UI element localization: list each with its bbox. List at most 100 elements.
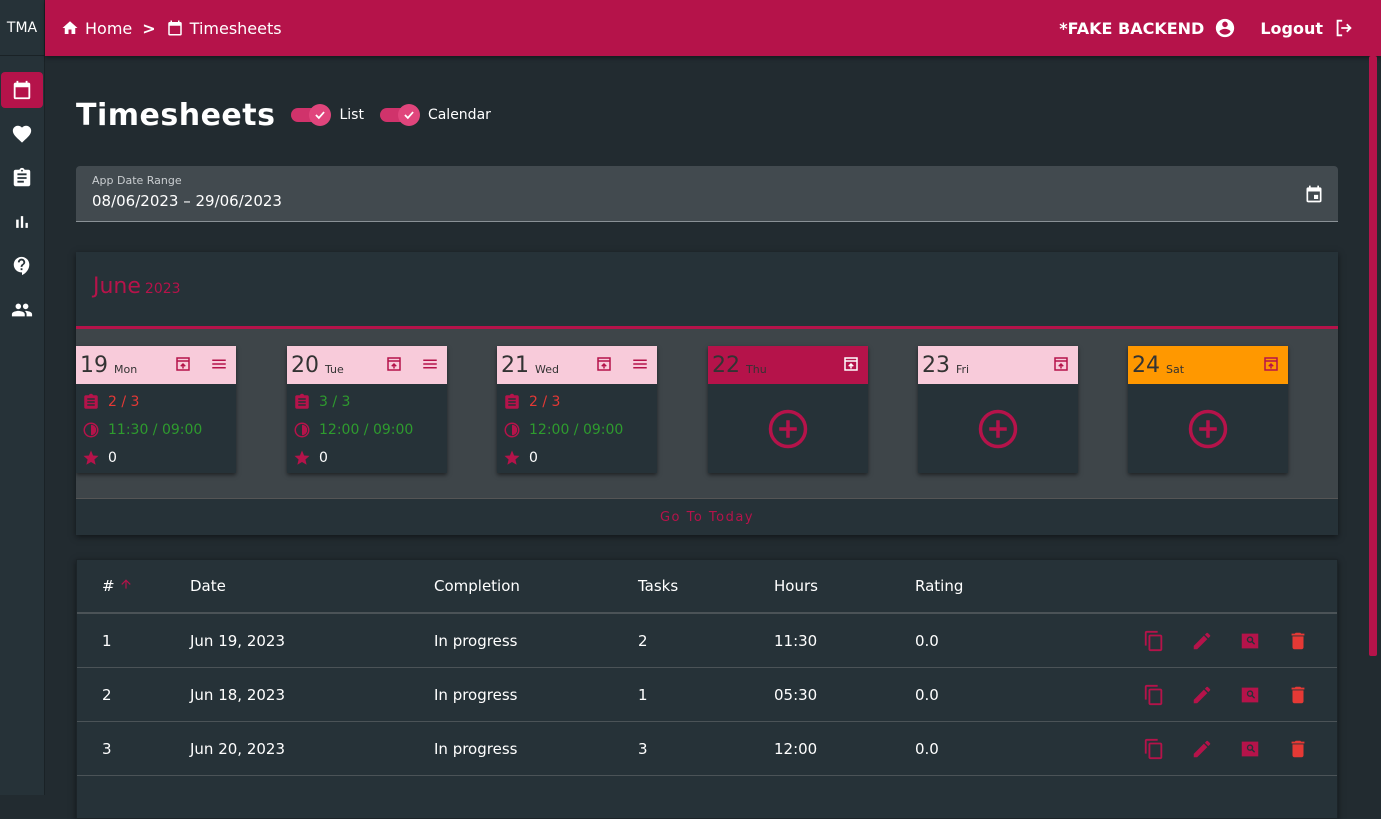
open-in-new-icon[interactable] xyxy=(842,355,860,373)
column-header-tasks[interactable]: Tasks xyxy=(638,577,774,595)
copy-icon[interactable] xyxy=(1143,738,1165,760)
date-range-label: App Date Range xyxy=(92,174,182,187)
go-to-today-button[interactable]: Go To Today xyxy=(76,498,1338,535)
clipboard-icon xyxy=(295,393,309,409)
day-name: Mon xyxy=(114,362,138,376)
nav-timesheets[interactable] xyxy=(1,72,43,108)
edit-icon[interactable] xyxy=(1191,684,1213,706)
nav-reports[interactable] xyxy=(1,204,43,240)
calendar-card: June 2023 19 Mon 2 / 3 11:30 / 09:00 0 2… xyxy=(76,252,1338,535)
logout-button[interactable]: Logout xyxy=(1260,17,1355,39)
date-range-field[interactable]: App Date Range 08/06/2023 – 29/06/2023 xyxy=(76,166,1338,222)
open-in-new-icon[interactable] xyxy=(385,355,403,373)
column-header-number[interactable]: # xyxy=(77,577,190,595)
open-in-new-icon[interactable] xyxy=(1052,355,1070,373)
month-year: 2023 xyxy=(144,281,181,297)
cell-tasks: 1 xyxy=(638,685,648,704)
preview-search-icon[interactable] xyxy=(1239,684,1261,706)
calendar-icon xyxy=(167,20,182,36)
breadcrumb-home[interactable]: Home xyxy=(61,19,132,38)
arrow-up-icon xyxy=(120,579,131,589)
clock-icon xyxy=(294,422,310,438)
day-rating: 0 xyxy=(529,450,538,466)
day-card[interactable]: 24 Sat xyxy=(1128,346,1288,473)
cell-hours: 11:30 xyxy=(774,631,818,650)
table-row[interactable]: 2 Jun 18, 2023 In progress 1 05:30 0.0 xyxy=(77,668,1337,722)
nav-help[interactable] xyxy=(1,248,43,284)
day-card[interactable]: 19 Mon 2 / 3 11:30 / 09:00 0 xyxy=(76,346,236,473)
cell-date: Jun 18, 2023 xyxy=(190,685,286,704)
open-in-new-icon[interactable] xyxy=(174,355,192,373)
table-row[interactable]: 3 Jun 20, 2023 In progress 3 12:00 0.0 xyxy=(77,722,1337,776)
column-header-rating[interactable]: Rating xyxy=(915,577,1065,595)
cell-rating: 0.0 xyxy=(915,685,939,704)
breadcrumb-separator: > xyxy=(142,18,156,38)
menu-icon[interactable] xyxy=(631,355,649,373)
cell-completion: In progress xyxy=(434,685,518,704)
add-circle-icon[interactable] xyxy=(1187,408,1229,450)
day-card[interactable]: 23 Fri xyxy=(918,346,1078,473)
breadcrumb-home-label: Home xyxy=(85,18,133,38)
copy-icon[interactable] xyxy=(1143,630,1165,652)
nav-tasks[interactable] xyxy=(1,160,43,196)
add-circle-icon[interactable] xyxy=(977,408,1019,450)
nav-users[interactable] xyxy=(1,292,43,328)
heart-icon xyxy=(12,125,32,143)
check-icon xyxy=(315,111,326,120)
day-header: 24 Sat xyxy=(1128,346,1288,384)
month-title: June 2023 xyxy=(76,252,1338,326)
edit-icon[interactable] xyxy=(1191,630,1213,652)
star-icon xyxy=(294,450,310,465)
cell-rating: 0.0 xyxy=(915,631,939,650)
day-hours: 12:00 / 09:00 xyxy=(529,422,624,438)
open-in-new-icon[interactable] xyxy=(1262,355,1280,373)
delete-icon[interactable] xyxy=(1287,738,1309,760)
check-icon xyxy=(404,111,414,120)
day-card[interactable]: 20 Tue 3 / 3 12:00 / 09:00 0 xyxy=(287,346,447,473)
column-header-date[interactable]: Date xyxy=(190,577,434,595)
open-in-new-icon[interactable] xyxy=(595,355,613,373)
day-name: Thu xyxy=(746,362,767,376)
day-card[interactable]: 22 Thu xyxy=(708,346,868,473)
delete-icon[interactable] xyxy=(1287,684,1309,706)
day-hours: 12:00 / 09:00 xyxy=(319,422,414,438)
day-number: 21 xyxy=(501,352,529,378)
day-header: 20 Tue xyxy=(287,346,447,384)
day-name: Fri xyxy=(956,362,970,376)
edit-icon[interactable] xyxy=(1191,738,1213,760)
cell-hours: 12:00 xyxy=(774,739,818,758)
cell-date: Jun 19, 2023 xyxy=(190,631,286,650)
account-circle-icon xyxy=(1216,18,1235,38)
logout-icon xyxy=(1336,19,1352,37)
calendar-picker-icon[interactable] xyxy=(1304,184,1324,204)
preview-search-icon[interactable] xyxy=(1239,738,1261,760)
menu-icon[interactable] xyxy=(421,355,439,373)
clipboard-icon xyxy=(84,393,98,409)
page-title: Timesheets xyxy=(76,97,276,133)
backend-label: *FAKE BACKEND xyxy=(1059,18,1205,38)
day-number: 24 xyxy=(1132,352,1160,378)
day-header: 23 Fri xyxy=(918,346,1078,384)
column-header-completion[interactable]: Completion xyxy=(434,577,638,595)
preview-search-icon[interactable] xyxy=(1239,630,1261,652)
scrollbar[interactable] xyxy=(1369,56,1377,656)
brand-logo: TMA xyxy=(0,0,44,56)
clipboard-icon xyxy=(505,393,519,409)
month-name: June xyxy=(93,274,141,299)
day-number: 23 xyxy=(922,352,950,378)
people-icon xyxy=(11,303,33,317)
day-card[interactable]: 21 Wed 2 / 3 12:00 / 09:00 0 xyxy=(497,346,657,473)
account-button[interactable]: *FAKE BACKEND xyxy=(1059,17,1236,39)
add-circle-icon[interactable] xyxy=(767,408,809,450)
toggle-list[interactable]: List xyxy=(291,104,364,126)
table-row[interactable]: 1 Jun 19, 2023 In progress 2 11:30 0.0 xyxy=(77,614,1337,668)
cell-tasks: 3 xyxy=(638,739,648,758)
copy-icon[interactable] xyxy=(1143,684,1165,706)
main-content: Timesheets List Calendar App Date Range … xyxy=(76,56,1338,819)
toggle-calendar[interactable]: Calendar xyxy=(379,104,491,126)
delete-icon[interactable] xyxy=(1287,630,1309,652)
day-rating: 0 xyxy=(319,450,328,466)
nav-favorites[interactable] xyxy=(1,116,43,152)
menu-icon[interactable] xyxy=(210,355,228,373)
column-header-hours[interactable]: Hours xyxy=(774,577,915,595)
